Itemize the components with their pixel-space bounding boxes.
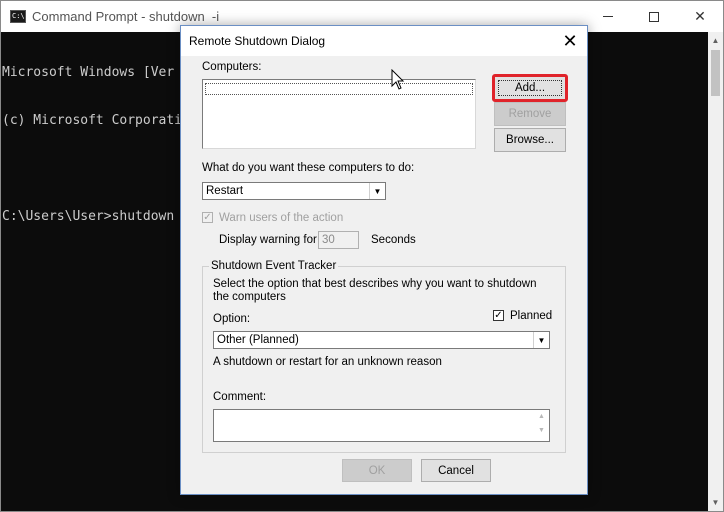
option-description: A shutdown or restart for an unknown rea… — [213, 356, 442, 368]
mouse-cursor-icon — [391, 69, 405, 90]
option-label: Option: — [213, 313, 251, 325]
warn-users-label: Warn users of the action — [219, 212, 344, 224]
close-button[interactable]: ✕ — [677, 1, 723, 32]
dialog-title: Remote Shutdown Dialog — [189, 34, 326, 48]
ok-button[interactable]: OK — [342, 459, 412, 482]
option-select-value: Other (Planned) — [217, 334, 299, 346]
add-button[interactable]: Add... — [492, 74, 568, 102]
tracker-description: Select the option that best describes wh… — [213, 278, 537, 303]
option-select[interactable]: Other (Planned) ▼ — [213, 331, 550, 349]
minimize-button[interactable] — [585, 1, 631, 32]
scroll-down-icon[interactable]: ▼ — [711, 498, 720, 507]
planned-label: Planned — [510, 310, 553, 322]
remove-button[interactable]: Remove — [494, 102, 566, 126]
list-focus-rect — [205, 83, 473, 95]
cancel-button[interactable]: Cancel — [421, 459, 491, 482]
comment-label: Comment: — [213, 391, 267, 403]
remove-button-label: Remove — [508, 108, 552, 120]
event-tracker-title: Shutdown Event Tracker — [209, 260, 339, 272]
scroll-thumb[interactable] — [711, 50, 720, 96]
browse-button-label: Browse... — [506, 134, 554, 146]
browse-button[interactable]: Browse... — [494, 128, 566, 152]
action-label: What do you want these computers to do: — [202, 162, 415, 174]
ok-button-label: OK — [368, 464, 386, 477]
dialog-close-button[interactable]: ✕ — [553, 26, 587, 56]
close-icon: ✕ — [694, 8, 706, 24]
action-select-value: Restart — [206, 185, 244, 197]
maximize-icon — [649, 11, 659, 22]
dialog-titlebar[interactable]: Remote Shutdown Dialog ✕ — [181, 26, 587, 56]
add-button-focus — [498, 80, 562, 96]
action-select[interactable]: Restart ▼ — [202, 182, 386, 200]
chevron-down-icon[interactable]: ▼ — [369, 183, 385, 199]
computers-list[interactable] — [202, 79, 476, 149]
comment-field[interactable]: ▲ ▼ — [213, 409, 550, 442]
comment-scrollbar[interactable]: ▲ ▼ — [534, 410, 549, 441]
computers-label: Computers: — [202, 61, 262, 73]
cancel-button-label: Cancel — [438, 464, 474, 477]
display-warning-label: Display warning for — [219, 234, 317, 246]
console-scrollbar[interactable]: ▲ ▼ — [708, 32, 723, 511]
console-title: Command Prompt - shutdown -i — [32, 9, 220, 24]
maximize-button[interactable] — [631, 1, 677, 32]
scroll-up-icon[interactable]: ▲ — [711, 36, 720, 45]
warn-users-checkbox[interactable]: ✓ — [202, 212, 213, 223]
cmd-icon: C:\ — [10, 10, 26, 23]
seconds-label: Seconds — [371, 234, 416, 246]
warning-seconds-field[interactable]: 30 — [318, 231, 359, 249]
minimize-icon — [603, 16, 613, 17]
remote-shutdown-dialog: Remote Shutdown Dialog ✕ Computers: Add.… — [180, 25, 588, 495]
planned-checkbox[interactable]: ✓ — [493, 310, 504, 321]
close-icon: ✕ — [562, 30, 578, 51]
chevron-down-icon[interactable]: ▼ — [533, 332, 549, 348]
